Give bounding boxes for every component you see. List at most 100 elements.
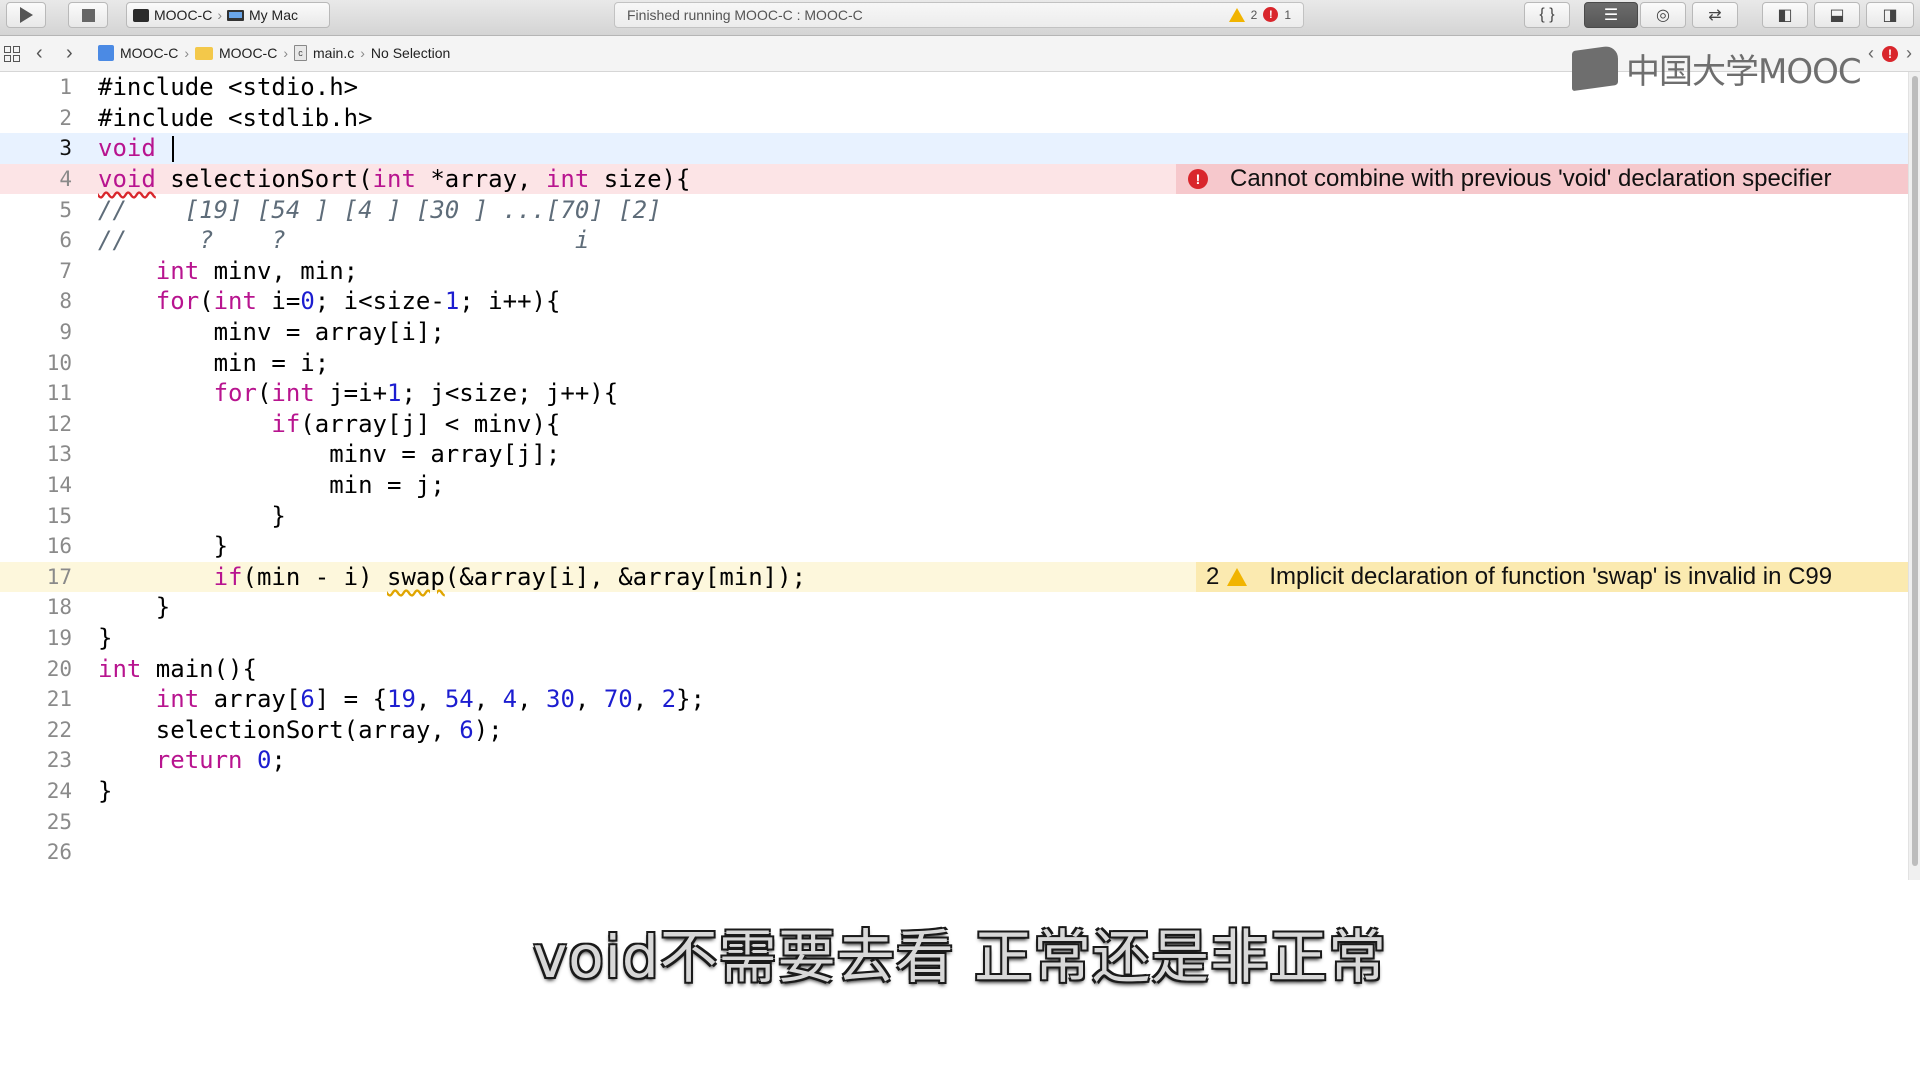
issue-counts[interactable]: 2 ! 1 [1228,7,1291,22]
code-text[interactable]: int array[6] = {19, 54, 4, 30, 70, 2}; [98,685,705,713]
code-text[interactable]: minv = array[i]; [98,318,445,346]
code-line[interactable]: 9 minv = array[i]; [0,317,1908,348]
related-items-icon[interactable] [4,46,20,62]
code-line[interactable]: 24} [0,776,1908,807]
code-text[interactable]: if(array[j] < minv){ [98,410,560,438]
line-number: 26 [46,840,72,865]
breadcrumb-group[interactable]: MOOC-C [219,45,277,61]
scheme-selector[interactable]: MOOC-C › My Mac [126,2,330,28]
code-line[interactable]: 21 int array[6] = {19, 54, 4, 30, 70, 2}… [0,684,1908,715]
toolbar: MOOC-C › My Mac Finished running MOOC-C … [0,0,1920,36]
project-icon [98,45,114,61]
code-text[interactable]: void [98,134,175,163]
issue-navigator: ‹ ! › [1868,43,1912,64]
code-line[interactable]: 25 [0,806,1908,837]
navigator-toggle-button[interactable]: ◧ [1762,2,1808,28]
code-line[interactable]: 23 return 0; [0,745,1908,776]
code-line[interactable]: 1 #include <stdio.h> [0,72,1908,103]
code-text[interactable]: if(min - i) swap(&array[i], &array[min])… [98,563,806,591]
code-line[interactable]: 17 if(min - i) swap(&array[i], &array[mi… [0,561,1908,593]
next-issue-icon[interactable]: › [1906,43,1912,64]
editor-scrollbar[interactable] [1908,72,1920,880]
line-number: 18 [46,595,72,620]
code-text[interactable]: for(int i=0; i<size-1; i++){ [98,287,561,315]
breadcrumb: MOOC-C › MOOC-C › c main.c › No Selectio… [98,45,450,61]
code-line[interactable]: 8 for(int i=0; i<size-1; i++){ [0,286,1908,317]
source-editor[interactable]: 1 #include <stdio.h> 2 #include <stdlib.h> 3… [0,72,1908,878]
code-text[interactable]: } [98,593,170,621]
code-text[interactable]: } [98,502,285,530]
code-text[interactable]: return 0; [98,746,286,774]
stop-icon [81,8,95,22]
code-line[interactable]: 5 // [19] [54 ] [4 ] [30 ] ...[70] [2] [0,194,1908,225]
code-snippet-button[interactable]: { } [1524,2,1570,28]
line-number: 14 [46,473,72,498]
code-line[interactable]: 15 } [0,500,1908,531]
code-text[interactable]: void selectionSort(int *array, int size)… [98,165,690,193]
code-line[interactable]: 19} [0,623,1908,654]
debug-area-toggle-button[interactable]: ⬓ [1814,2,1860,28]
code-line[interactable]: 22 selectionSort(array, 6); [0,715,1908,746]
version-editor-button[interactable]: ⇄ [1692,2,1738,28]
assistant-editor-button[interactable]: ◎ [1640,2,1686,28]
breadcrumb-selection[interactable]: No Selection [371,45,450,61]
code-line[interactable]: 6 // ? ? i [0,225,1908,256]
code-line[interactable]: 20 int main(){ [0,653,1908,684]
code-line[interactable]: 14 min = j; [0,470,1908,501]
error-icon[interactable]: ! [1882,45,1898,62]
warning-count: 2 [1206,562,1220,590]
folder-icon [195,46,213,60]
code-line[interactable]: 3 void [0,133,1908,164]
warning-message: Implicit declaration of function 'swap' … [1269,562,1833,590]
code-line[interactable]: 13 minv = array[j]; [0,439,1908,470]
code-text[interactable]: min = j; [98,471,445,499]
previous-issue-icon[interactable]: ‹ [1868,43,1874,64]
code-text[interactable]: // ? ? i [98,226,589,254]
chevron-right-icon: › [283,45,288,61]
utilities-toggle-button[interactable]: ◨ [1866,2,1914,28]
code-line[interactable]: 12 if(array[j] < minv){ [0,409,1908,440]
warning-icon [1227,567,1248,586]
code-text[interactable]: } [98,532,228,560]
stop-button[interactable] [68,2,108,28]
code-text[interactable]: for(int j=i+1; j<size; j++){ [98,379,619,407]
code-text[interactable]: min = i; [98,349,330,377]
standard-editor-button[interactable]: ☰ [1584,2,1638,28]
code-text[interactable]: } [98,777,112,805]
code-line[interactable]: 4 void selectionSort(int *array, int size… [0,163,1908,195]
line-number: 1 [59,75,72,100]
error-badge[interactable]: ! Cannot combine with previous 'void' dec… [1176,164,1908,195]
line-number: 7 [59,258,72,283]
code-text[interactable]: } [98,624,112,652]
code-line[interactable]: 26 [0,837,1908,868]
destination-name: My Mac [249,7,298,23]
back-arrow-icon[interactable]: ‹ [36,42,43,65]
line-number: 25 [46,809,72,834]
code-text[interactable]: // [19] [54 ] [4 ] [30 ] ...[70] [2] [98,196,662,224]
code-line[interactable]: 16 } [0,531,1908,562]
code-line[interactable]: 7 int minv, min; [0,256,1908,287]
breadcrumb-project[interactable]: MOOC-C [120,45,178,61]
warning-badge[interactable]: 2 Implicit declaration of function 'swap'… [1196,561,1908,592]
mac-icon [227,9,244,21]
braces-icon: { } [1539,6,1555,23]
error-icon: ! [1188,169,1208,190]
code-line[interactable]: 2 #include <stdlib.h> [0,103,1908,134]
code-line[interactable]: 10 min = i; [0,347,1908,378]
scheme-name: MOOC-C [154,7,213,23]
code-text[interactable]: minv = array[j]; [98,440,560,468]
run-button[interactable] [6,2,46,28]
code-text[interactable]: int minv, min; [98,257,358,285]
breadcrumb-file[interactable]: main.c [313,45,354,61]
scrollbar-thumb[interactable] [1912,76,1918,866]
line-number: 4 [59,167,72,192]
code-line[interactable]: 18 } [0,592,1908,623]
code-line[interactable]: 11 for(int j=i+1; j<size; j++){ [0,378,1908,409]
code-text[interactable]: selectionSort(array, 6); [98,716,503,744]
code-text[interactable]: int main(){ [98,655,257,683]
code-text[interactable]: #include <stdlib.h> [98,104,373,132]
forward-arrow-icon[interactable]: › [66,42,73,65]
code-text[interactable]: #include <stdio.h> [98,73,358,101]
line-number: 9 [59,320,72,345]
line-number: 5 [59,197,72,222]
